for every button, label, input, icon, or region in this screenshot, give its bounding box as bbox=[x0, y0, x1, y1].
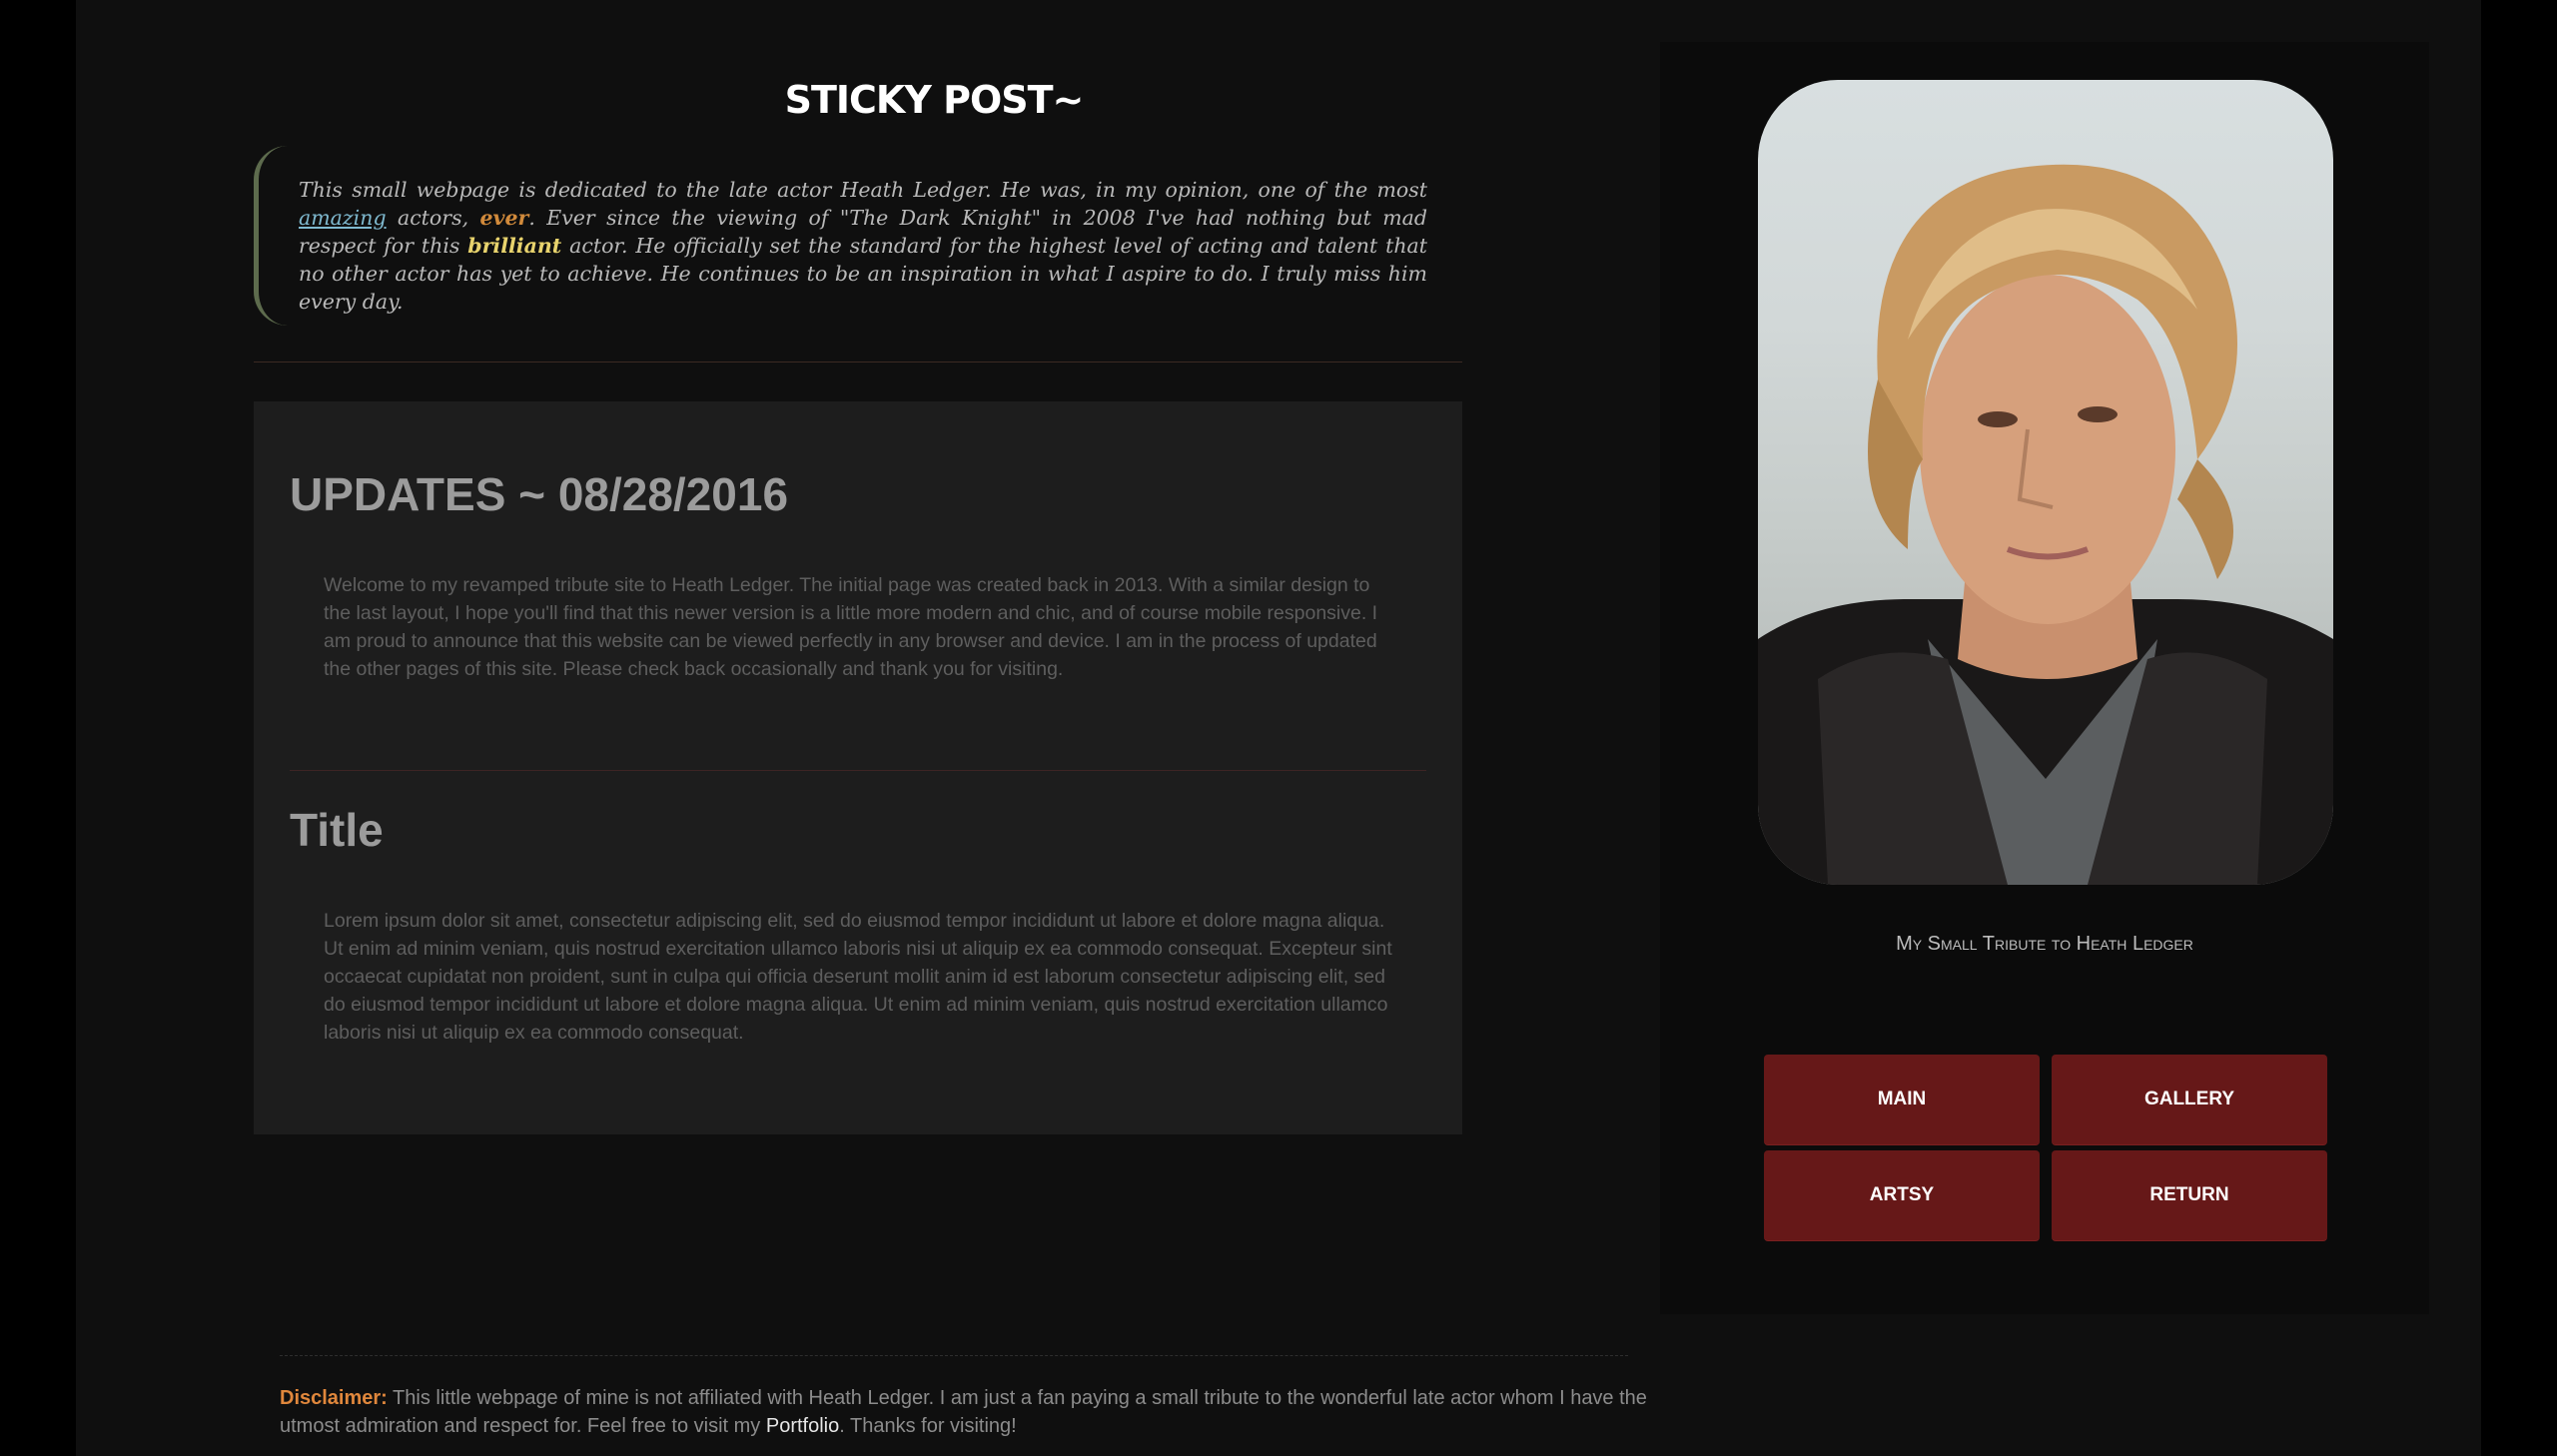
nav-return-button[interactable]: RETURN bbox=[2052, 1150, 2327, 1241]
nav-gallery-button[interactable]: GALLERY bbox=[2052, 1055, 2327, 1145]
post-body: Lorem ipsum dolor sit amet, consectetur … bbox=[324, 910, 1392, 1044]
sticky-post-title: STICKY POST~ bbox=[784, 78, 1085, 122]
divider bbox=[254, 362, 1462, 363]
updates-body: Welcome to my revamped tribute site to H… bbox=[324, 574, 1378, 680]
sidebar-caption: My Small Tribute to Heath Ledger bbox=[1896, 933, 2193, 955]
footer-divider bbox=[280, 1355, 1628, 1356]
portrait-illustration bbox=[1758, 164, 2333, 885]
sticky-quote: This small webpage is dedicated to the l… bbox=[254, 146, 1467, 326]
nav-artsy-button[interactable]: ARTSY bbox=[1764, 1150, 2040, 1241]
updates-panel: UPDATES ~ 08/28/2016 Welcome to my revam… bbox=[254, 401, 1462, 1134]
page: STICKY POST~ This small webpage is dedic… bbox=[76, 0, 2481, 1456]
quote-text-2: actors, bbox=[386, 206, 480, 230]
sticky-quote-text: This small webpage is dedicated to the l… bbox=[299, 176, 1427, 316]
disclaimer-label: Disclaimer: bbox=[280, 1387, 388, 1409]
ever-emphasis: ever bbox=[479, 206, 529, 230]
quote-text-1: This small webpage is dedicated to the l… bbox=[299, 178, 1427, 202]
post-heading: Title bbox=[290, 804, 384, 856]
portrait-photo bbox=[1758, 80, 2333, 885]
sidebar: My Small Tribute to Heath Ledger MAIN GA… bbox=[1660, 42, 2429, 1314]
post-divider bbox=[290, 770, 1426, 771]
nav-main-button[interactable]: MAIN bbox=[1764, 1055, 2040, 1145]
disclaimer: Disclaimer: This little webpage of mine … bbox=[280, 1384, 1678, 1440]
brilliant-emphasis: brilliant bbox=[467, 234, 562, 258]
portfolio-link[interactable]: Portfolio bbox=[766, 1415, 839, 1437]
amazing-link[interactable]: amazing bbox=[299, 206, 387, 230]
updates-heading: UPDATES ~ 08/28/2016 bbox=[290, 468, 789, 520]
disclaimer-end: . Thanks for visiting! bbox=[839, 1415, 1017, 1437]
